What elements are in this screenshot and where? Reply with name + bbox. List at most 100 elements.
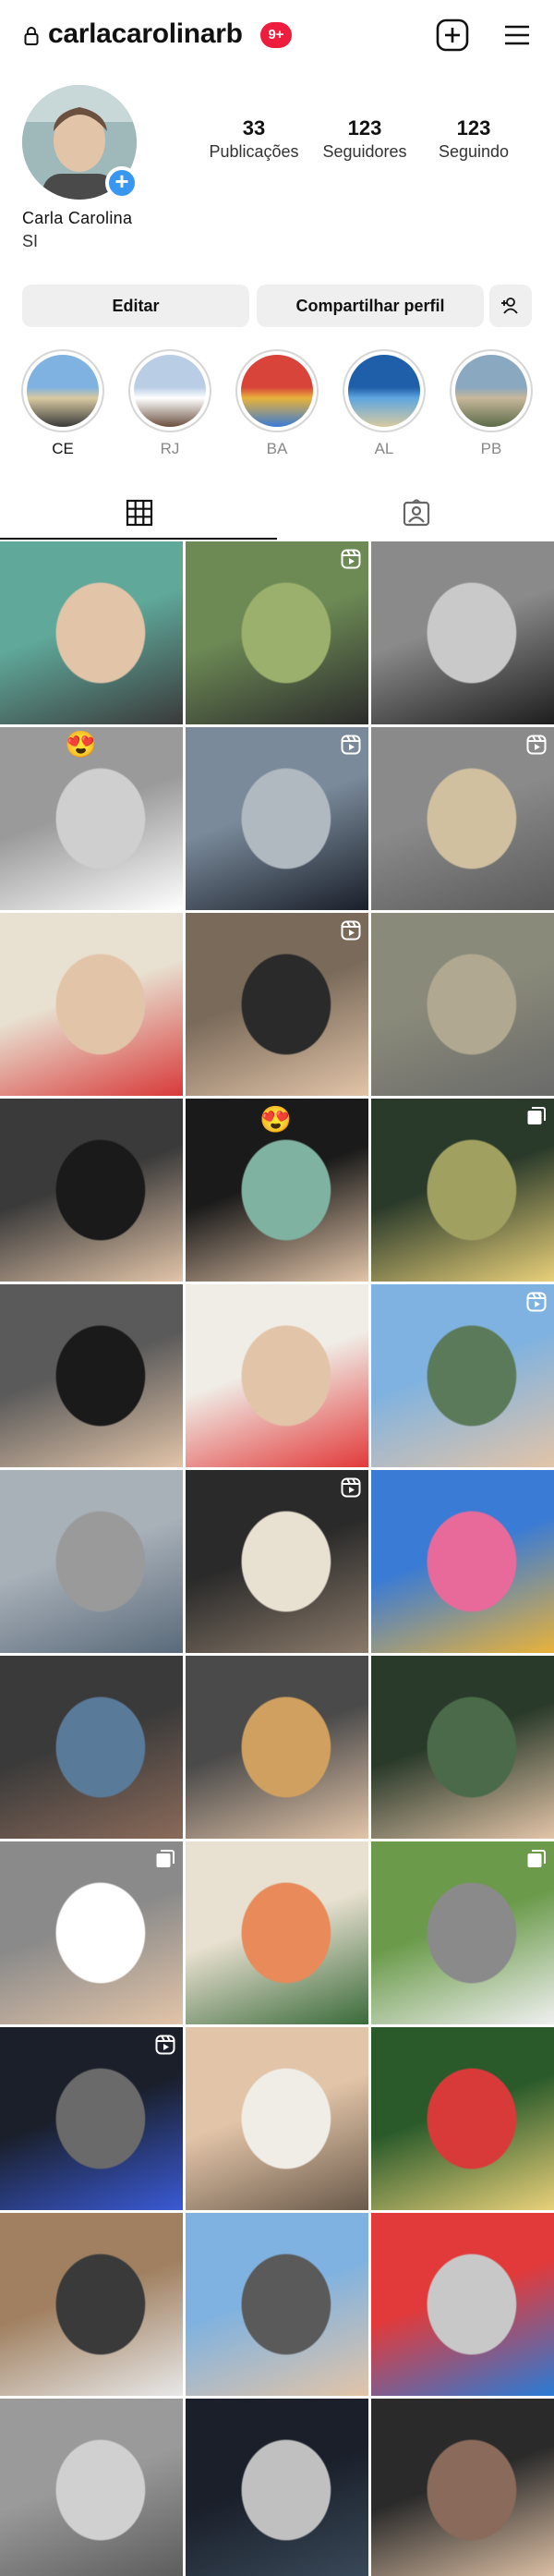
highlight-label: RJ [160, 440, 180, 457]
stat-posts[interactable]: 33 Publicações [194, 116, 314, 162]
discover-people-button[interactable] [489, 285, 532, 327]
bio: SI [22, 232, 39, 250]
carousel-icon [527, 1850, 546, 1867]
highlight-ce[interactable]: CE [18, 349, 107, 458]
post-tile[interactable] [186, 541, 368, 724]
post-tile[interactable] [186, 727, 368, 910]
highlight-ring [235, 349, 319, 432]
username[interactable]: carlacarolinarb [48, 18, 243, 50]
post-tile[interactable] [186, 1470, 368, 1653]
highlight-ba[interactable]: BA [233, 349, 321, 458]
post-thumbnail [371, 2213, 554, 2396]
post-tile[interactable] [186, 913, 368, 1096]
grid-icon [126, 499, 153, 527]
post-thumbnail [371, 541, 554, 724]
post-tile[interactable] [0, 541, 183, 724]
highlight-cover [134, 355, 206, 427]
post-thumbnail [0, 1656, 183, 1839]
post-thumbnail [0, 1470, 183, 1653]
stat-label: Publicações [209, 142, 299, 161]
post-tile[interactable] [0, 913, 183, 1096]
add-person-icon [501, 298, 518, 314]
notification-badge[interactable]: 9+ [260, 22, 292, 48]
post-tile[interactable] [186, 1841, 368, 2024]
lock-icon [24, 27, 39, 45]
stat-following[interactable]: 123 Seguindo [414, 116, 534, 162]
post-thumbnail [186, 1284, 368, 1467]
post-tile[interactable]: 😍 [0, 727, 183, 910]
post-tile[interactable] [0, 1841, 183, 2024]
stat-followers[interactable]: 123 Seguidores [305, 116, 425, 162]
post-tile[interactable] [371, 913, 554, 1096]
highlight-ring [21, 349, 104, 432]
emoji-sticker: 😍 [259, 1105, 292, 1134]
highlight-label: CE [52, 440, 74, 457]
post-tile[interactable] [371, 1470, 554, 1653]
post-tile[interactable] [186, 2027, 368, 2210]
highlight-rj[interactable]: RJ [126, 349, 214, 458]
reel-icon [155, 2035, 175, 2055]
post-tile[interactable] [371, 1284, 554, 1467]
top-bar: carlacarolinarb 9+ [0, 0, 554, 74]
post-tile[interactable] [0, 1656, 183, 1839]
post-tile[interactable] [371, 1099, 554, 1282]
post-tile[interactable] [371, 2399, 554, 2576]
post-thumbnail [0, 1284, 183, 1467]
highlight-pb[interactable]: PB [447, 349, 536, 458]
highlight-ring [343, 349, 426, 432]
post-tile[interactable] [371, 727, 554, 910]
plus-square-icon[interactable] [436, 18, 469, 52]
post-tile[interactable] [0, 2399, 183, 2576]
post-tile[interactable] [371, 541, 554, 724]
post-tile[interactable] [0, 1470, 183, 1653]
highlight-ring [128, 349, 211, 432]
share-profile-button[interactable]: Compartilhar perfil [257, 285, 484, 327]
post-tile[interactable] [0, 2027, 183, 2210]
profile-tabs [0, 484, 554, 540]
tab-tagged[interactable] [277, 484, 554, 540]
post-tile[interactable] [371, 2213, 554, 2396]
stat-value: 123 [347, 116, 382, 140]
post-tile[interactable] [371, 1841, 554, 2024]
tab-posts-grid[interactable] [0, 484, 277, 540]
tagged-person-icon [403, 499, 430, 527]
post-thumbnail [186, 2027, 368, 2210]
post-thumbnail [371, 2027, 554, 2210]
post-tile[interactable] [0, 1284, 183, 1467]
post-tile[interactable] [186, 1284, 368, 1467]
emoji-sticker: 😍 [65, 730, 97, 759]
post-tile[interactable]: 😍 [186, 1099, 368, 1282]
reel-icon [341, 1477, 361, 1498]
post-thumbnail [371, 1470, 554, 1653]
post-tile[interactable] [186, 1656, 368, 1839]
reel-icon [526, 735, 547, 755]
post-thumbnail [0, 2213, 183, 2396]
highlight-cover [27, 355, 99, 427]
post-tile[interactable] [186, 2213, 368, 2396]
post-tile[interactable] [0, 2213, 183, 2396]
post-thumbnail [186, 1656, 368, 1839]
edit-profile-button[interactable]: Editar [22, 285, 249, 327]
display-name: Carla Carolina [22, 209, 133, 227]
highlight-cover [348, 355, 420, 427]
reel-icon [341, 920, 361, 941]
post-thumbnail [0, 541, 183, 724]
stat-label: Seguindo [438, 142, 510, 161]
hamburger-menu-icon[interactable] [502, 20, 532, 50]
stat-label: Seguidores [322, 142, 407, 161]
post-thumbnail [186, 2213, 368, 2396]
highlight-label: AL [374, 440, 394, 457]
add-story-plus-icon[interactable]: + [105, 166, 138, 200]
carousel-icon [156, 1850, 175, 1867]
highlight-al[interactable]: AL [340, 349, 428, 458]
carousel-icon [527, 1107, 546, 1124]
post-tile[interactable] [186, 2399, 368, 2576]
post-tile[interactable] [371, 2027, 554, 2210]
profile-avatar[interactable]: + [22, 85, 138, 200]
post-thumbnail [0, 2399, 183, 2576]
highlight-ring [450, 349, 533, 432]
post-thumbnail [186, 1841, 368, 2024]
post-thumbnail [371, 2399, 554, 2576]
post-tile[interactable] [0, 1099, 183, 1282]
post-tile[interactable] [371, 1656, 554, 1839]
